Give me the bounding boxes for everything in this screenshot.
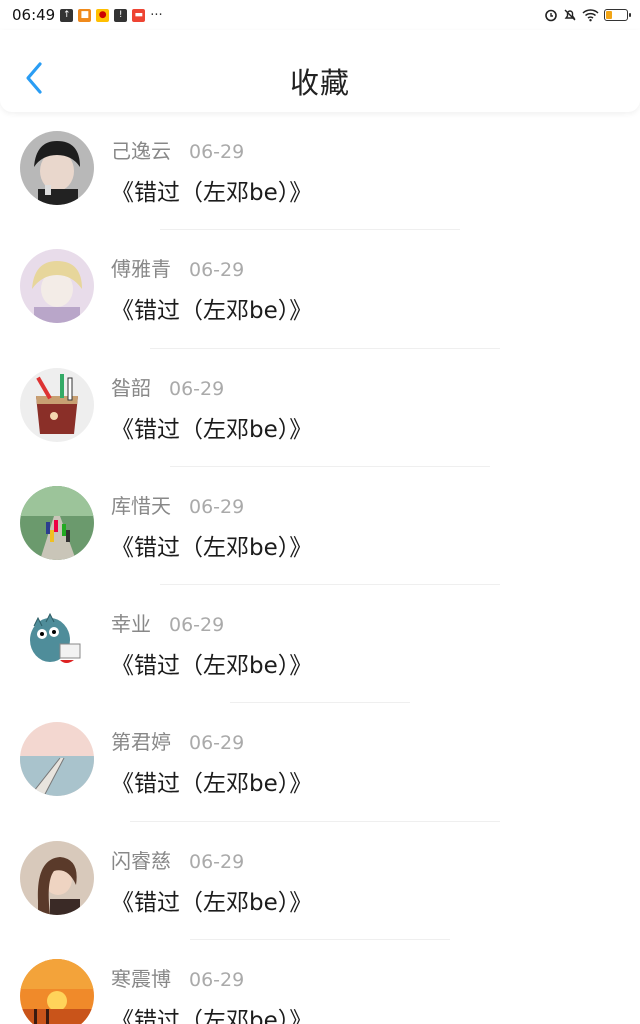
item-date: 06-29 (189, 732, 245, 755)
work-title: 《错过（左邓be）》 (111, 653, 313, 680)
item-meta: 昝韶 06-29 (111, 372, 312, 401)
status-right (544, 8, 631, 22)
user-name: 寒震博 (111, 967, 171, 992)
item-meta: 己逸云 06-29 (111, 135, 312, 164)
user-name: 昝韶 (111, 375, 151, 400)
wifi-icon (582, 9, 599, 22)
item-date: 06-29 (169, 614, 225, 637)
item-date: 06-29 (189, 495, 245, 518)
work-title: 《错过（左邓be）》 (111, 534, 313, 561)
list-item[interactable]: 库惜天 06-29 《错过（左邓be）》 (0, 467, 640, 586)
item-meta: 第君婷 06-29 (111, 726, 312, 755)
avatar-girl-portrait-icon (20, 840, 94, 915)
alert-icon: ! (114, 8, 128, 22)
list-item[interactable]: 昝韶 06-29 《错过（左邓be）》 (0, 349, 640, 467)
avatar-anime-blonde-icon (20, 249, 94, 324)
upload-icon: ↑ (60, 8, 74, 22)
user-name: 库惜天 (111, 493, 171, 518)
item-meta: 寒震博 06-29 (111, 963, 312, 992)
mute-icon (564, 9, 576, 21)
app-badge-icon: ▬ (132, 8, 146, 22)
item-body: 库惜天 06-29 《错过（左邓be）》 (111, 486, 312, 562)
list-item[interactable]: 第君婷 06-29 《错过（左邓be）》 (0, 703, 640, 822)
item-meta: 傅雅青 06-29 (111, 253, 312, 282)
item-date: 06-29 (189, 259, 245, 282)
item-body: 昝韶 06-29 《错过（左邓be）》 (111, 368, 312, 444)
status-left: 06:49 ↑ ■ ● ! ▬ ··· (12, 6, 163, 24)
work-title: 《错过（左邓be）》 (111, 180, 313, 206)
item-date: 06-29 (189, 850, 245, 873)
alarm-icon (545, 9, 557, 22)
user-name: 闪睿慈 (111, 848, 171, 873)
item-date: 06-29 (169, 377, 225, 400)
avatar-runners-road-icon (20, 485, 94, 560)
work-title: 《错过（左邓be）》 (111, 889, 313, 916)
avatar-dark-hair-icon (20, 131, 94, 205)
work-title: 《错过（左邓be）》 (111, 298, 313, 325)
app-notification-icon: ■ (78, 8, 92, 22)
user-name: 幸业 (111, 612, 151, 637)
list-item[interactable]: 傅雅青 06-29 《错过（左邓be）》 (0, 230, 640, 349)
list-item[interactable]: 己逸云 06-29 《错过（左邓be）》 (0, 112, 640, 231)
avatar-pencil-cup-icon (20, 367, 94, 442)
work-title: 《错过（左邓be）》 (111, 416, 313, 443)
avatar-sunset-icon (20, 959, 94, 1024)
status-bar: 06:49 ↑ ■ ● ! ▬ ··· (0, 0, 640, 30)
work-title: 《错过（左邓be）》 (111, 771, 313, 798)
header-bar: 收藏 (0, 30, 640, 112)
status-time: 06:49 (12, 6, 56, 24)
item-body: 寒震博 06-29 《错过（左邓be）》 (111, 959, 312, 1024)
list-item[interactable]: 寒震博 06-29 《错过（左邓be）》 (0, 940, 640, 1024)
battery-icon (604, 9, 631, 21)
item-body: 幸业 06-29 《错过（左邓be）》 (111, 604, 312, 680)
item-body: 闪睿慈 06-29 《错过（左邓be）》 (111, 841, 312, 917)
item-body: 第君婷 06-29 《错过（左邓be）》 (111, 722, 312, 798)
favorites-list: 己逸云 06-29 《错过（左邓be）》 傅雅青 06-29 《错过（左邓be）… (0, 112, 640, 1024)
avatar-cartoon-dino-icon (20, 604, 94, 679)
item-meta: 库惜天 06-29 (111, 490, 312, 519)
item-meta: 幸业 06-29 (111, 608, 312, 637)
item-date: 06-29 (189, 141, 245, 163)
item-meta: 闪睿慈 06-29 (111, 845, 312, 874)
user-name: 第君婷 (111, 730, 171, 755)
user-name: 傅雅青 (111, 257, 171, 282)
item-date: 06-29 (189, 969, 245, 992)
page-title: 收藏 (289, 66, 350, 100)
item-body: 傅雅青 06-29 《错过（左邓be）》 (111, 249, 312, 325)
more-notifications-icon: ··· (150, 7, 163, 23)
list-item[interactable]: 闪睿慈 06-29 《错过（左邓be）》 (0, 822, 640, 941)
weibo-icon: ● (96, 8, 110, 22)
item-body: 己逸云 06-29 《错过（左邓be）》 (111, 131, 312, 207)
user-name: 己逸云 (111, 139, 171, 163)
list-item[interactable]: 幸业 06-29 《错过（左邓be）》 (0, 585, 640, 704)
avatar-pier-sea-icon (20, 722, 94, 797)
work-title: 《错过（左邓be）》 (111, 1008, 313, 1024)
